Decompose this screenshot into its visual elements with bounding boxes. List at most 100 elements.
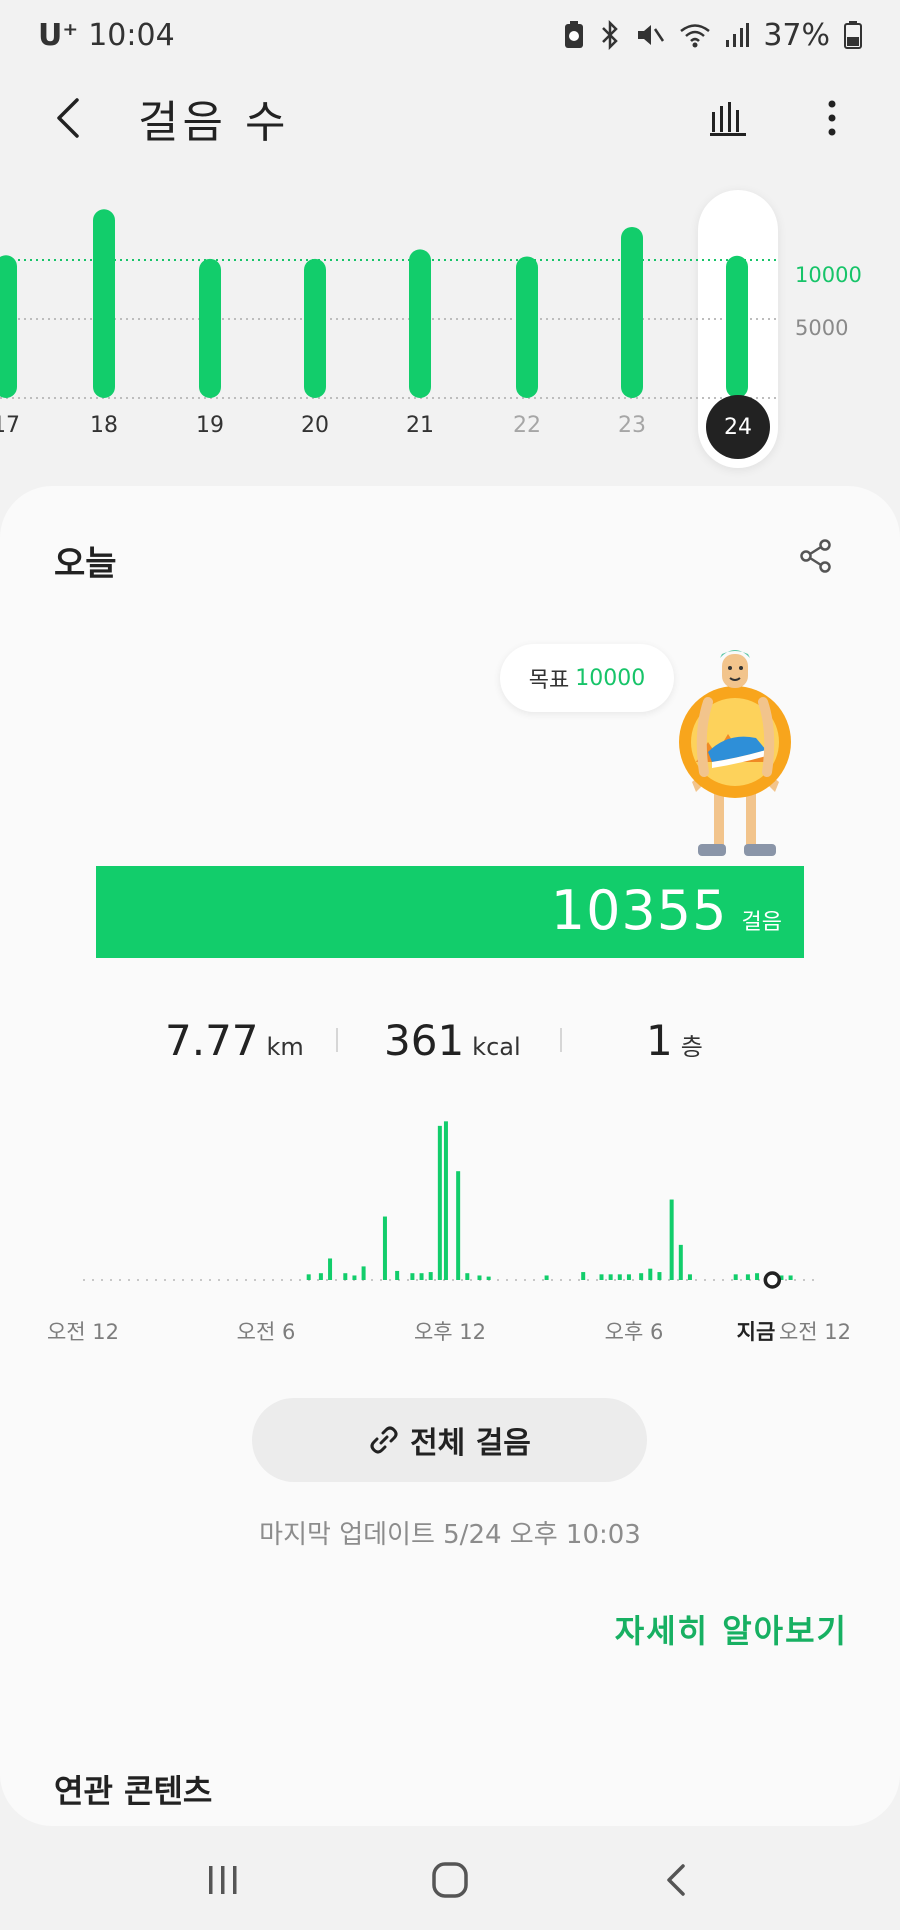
hourly-bar	[343, 1273, 348, 1280]
goal-prefix: 목표	[528, 668, 570, 693]
all-steps-button[interactable]: 전체 걸음	[252, 1398, 647, 1482]
hourly-bar	[669, 1199, 674, 1280]
last-update-text: 마지막 업데이트 5/24 오후 10:03	[259, 1520, 641, 1550]
week-bar-23	[621, 226, 643, 398]
hourly-bar	[410, 1273, 415, 1280]
day-label-20[interactable]: 20	[285, 413, 345, 438]
hourly-bar	[733, 1274, 738, 1280]
week-bar-19	[199, 258, 221, 398]
hourly-bar	[437, 1125, 442, 1280]
hourly-steps-chart	[0, 1106, 900, 1306]
hourly-bar	[352, 1275, 357, 1280]
more-options-button[interactable]	[804, 90, 860, 146]
hourly-bar	[788, 1275, 793, 1280]
day-label-17[interactable]: 17	[0, 413, 36, 438]
learn-more-link[interactable]: 자세히 알아보기	[615, 1606, 848, 1652]
hourly-bar	[465, 1273, 470, 1280]
steps-progress-bar: 10355 걸음	[96, 866, 804, 958]
today-card: 오늘 목표 10000 10355 걸음 7.77 km 361 kcal 1 …	[0, 486, 900, 1826]
hourly-bar	[745, 1274, 750, 1280]
hourly-bar	[456, 1171, 461, 1280]
floors-unit: 층	[680, 1033, 703, 1061]
status-left: U⁺ 10:04	[38, 18, 175, 53]
day-label-19[interactable]: 19	[180, 413, 240, 438]
hourly-bar	[428, 1272, 433, 1280]
day-label-23[interactable]: 23	[602, 413, 662, 438]
hourly-bar	[382, 1216, 387, 1280]
share-button[interactable]	[788, 528, 844, 584]
goal-line-label: 10000	[795, 263, 862, 287]
day-label-24[interactable]: 24	[706, 395, 770, 459]
metrics-row: 7.77 km 361 kcal 1 층	[0, 1016, 900, 1076]
floors-metric: 1 층	[646, 1016, 703, 1065]
hourly-bar	[419, 1273, 424, 1280]
week-bar-24	[726, 255, 748, 398]
chevron-left-icon	[57, 98, 79, 138]
system-nav-bar	[0, 1830, 900, 1930]
share-icon	[800, 539, 831, 573]
distance-unit: km	[266, 1033, 304, 1061]
week-bar-21	[409, 249, 431, 398]
back-icon	[666, 1864, 685, 1896]
hourly-bar	[306, 1274, 311, 1280]
weekly-steps-chart: 17 18 19 20 21 22 23 24 10000 5000	[0, 175, 900, 475]
recent-apps-icon	[209, 1866, 237, 1894]
calories-metric: 361 kcal	[384, 1016, 521, 1065]
hourly-bar	[648, 1268, 653, 1280]
system-back-button[interactable]	[637, 1840, 717, 1920]
mute-icon	[635, 20, 665, 50]
day-label-21[interactable]: 21	[390, 413, 450, 438]
hour-label-pm12: 오후 12	[413, 1320, 487, 1344]
calories-value: 361	[384, 1016, 465, 1065]
page-title: 걸음 수	[138, 97, 290, 148]
hour-label-am12: 오전 12	[46, 1320, 120, 1344]
carrier-label: U⁺	[38, 17, 79, 53]
now-marker	[763, 1271, 782, 1289]
hourly-bar	[599, 1274, 604, 1280]
hour-label-am12-end: 오전 12	[778, 1320, 852, 1344]
status-bar: U⁺ 10:04 37%	[0, 0, 900, 70]
all-steps-label: 전체 걸음	[410, 1426, 531, 1461]
hour-label-am6: 오전 6	[236, 1320, 296, 1344]
wifi-icon	[679, 20, 711, 50]
distance-value: 7.77	[165, 1016, 259, 1065]
floors-value: 1	[646, 1016, 673, 1065]
goal-bubble[interactable]: 목표 10000	[500, 644, 674, 712]
metric-divider	[336, 1028, 338, 1052]
hourly-bar	[687, 1274, 692, 1280]
bar-chart-icon	[710, 102, 746, 136]
day-label-22[interactable]: 22	[497, 413, 557, 438]
hourly-bar	[755, 1273, 760, 1280]
signal-icon	[725, 20, 750, 50]
trends-button[interactable]	[700, 90, 756, 146]
back-button[interactable]	[40, 90, 96, 146]
battery-percent: 37%	[763, 17, 830, 53]
distance-metric: 7.77 km	[165, 1016, 304, 1065]
hour-label-pm6: 오후 6	[604, 1320, 664, 1344]
week-bar-20	[304, 258, 326, 398]
status-right: 37%	[563, 18, 862, 53]
hourly-bar	[608, 1274, 613, 1280]
mascot-illustration	[679, 650, 791, 856]
hourly-bar	[678, 1244, 683, 1280]
metric-divider	[560, 1028, 562, 1052]
recent-apps-button[interactable]	[183, 1840, 263, 1920]
hourly-bar	[657, 1272, 662, 1280]
hourly-bar	[328, 1258, 333, 1280]
more-vertical-icon	[828, 100, 836, 136]
bluetooth-icon	[599, 20, 621, 50]
related-content-heading: 연관 콘텐츠	[54, 1772, 213, 1810]
hourly-bar	[626, 1274, 631, 1280]
hourly-bar	[617, 1274, 622, 1280]
hourly-bar	[395, 1270, 400, 1280]
steps-count: 10355	[550, 879, 728, 942]
goal-value: 10000	[575, 665, 646, 691]
hourly-bar	[477, 1275, 482, 1280]
half-goal-line-label: 5000	[795, 316, 849, 340]
day-label-18[interactable]: 18	[74, 413, 134, 438]
calories-unit: kcal	[472, 1033, 521, 1061]
week-bar-17	[0, 255, 17, 398]
hourly-bar	[544, 1275, 549, 1280]
steps-unit: 걸음	[741, 910, 782, 935]
home-button[interactable]	[410, 1840, 490, 1920]
